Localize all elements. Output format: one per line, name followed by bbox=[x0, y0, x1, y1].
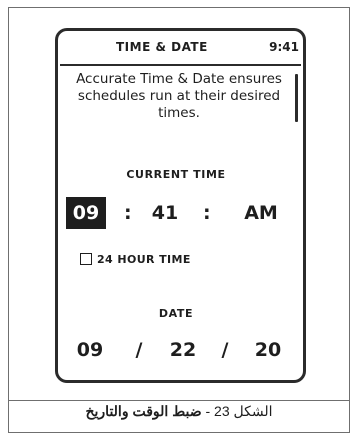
am-pm-field[interactable]: AM bbox=[241, 197, 281, 229]
status-clock: 9:41 bbox=[269, 40, 299, 54]
current-time-label: CURRENT TIME bbox=[126, 168, 226, 181]
thermostat-screen: TIME & DATE 9:41 Accurate Time & Date en… bbox=[55, 28, 306, 383]
figure-caption: الشكل 23 - ضبط الوقت والتاريخ bbox=[8, 403, 350, 420]
screen-title: TIME & DATE bbox=[116, 40, 208, 54]
date-separator: / bbox=[221, 339, 229, 361]
minute-field[interactable]: 41 bbox=[148, 197, 182, 229]
hour-field[interactable]: 09 bbox=[66, 197, 106, 229]
date-separator: / bbox=[135, 339, 143, 361]
date-picker: 09 / 22 / 20 bbox=[58, 336, 303, 364]
caption-title: ضبط الوقت والتاريخ bbox=[85, 403, 202, 419]
description-text: Accurate Time & Date ensures schedules r… bbox=[76, 71, 282, 121]
time-separator: : bbox=[124, 202, 132, 224]
status-bar: TIME & DATE 9:41 bbox=[58, 31, 303, 63]
caption-prefix: الشكل 23 - bbox=[205, 403, 273, 419]
header-divider bbox=[60, 64, 301, 66]
scrollbar[interactable] bbox=[295, 74, 298, 122]
time-separator: : bbox=[203, 202, 211, 224]
hour24-label: 24 HOUR TIME bbox=[97, 253, 191, 266]
date-label: DATE bbox=[158, 307, 194, 320]
day-field[interactable]: 22 bbox=[166, 336, 200, 364]
month-field[interactable]: 09 bbox=[73, 336, 107, 364]
caption-divider bbox=[8, 400, 350, 401]
hour24-checkbox[interactable] bbox=[80, 253, 92, 265]
year-field[interactable]: 20 bbox=[251, 336, 285, 364]
current-time-picker: 09 : 41 : AM bbox=[66, 197, 296, 229]
